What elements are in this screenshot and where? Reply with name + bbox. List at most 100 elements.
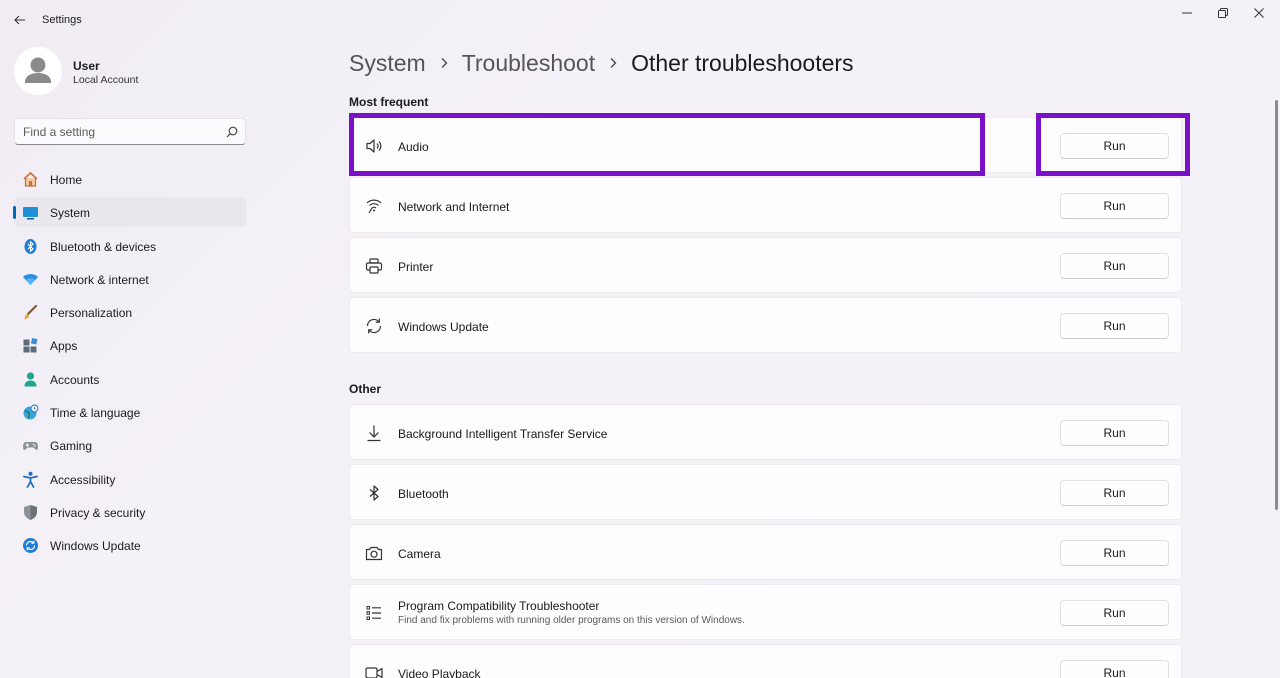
sidebar-item-label: System (50, 206, 91, 221)
row-title: Windows Update (398, 320, 489, 334)
run-bits-button[interactable]: Run (1060, 420, 1169, 446)
sidebar-item-label: Time & language (50, 406, 141, 421)
section-title-other: Other (349, 382, 382, 396)
troubleshooter-row-camera: Camera Run (349, 524, 1182, 580)
restore-button[interactable] (1208, 4, 1238, 22)
page-title: Other troubleshooters (631, 49, 854, 76)
chevron-right-icon (595, 53, 631, 73)
troubleshooter-row-printer: Printer Run (349, 237, 1182, 293)
speaker-icon (364, 136, 384, 156)
shield-icon (22, 504, 39, 521)
row-title: Printer (398, 260, 434, 274)
printer-icon (364, 256, 384, 276)
sidebar-item-label: Home (50, 173, 83, 187)
row-title: Background Intelligent Transfer Service (398, 427, 608, 441)
brush-icon (22, 304, 39, 321)
refresh-icon (364, 316, 384, 336)
row-description: Find and fix problems with running older… (398, 615, 745, 626)
run-program-compatibility-button[interactable]: Run (1060, 600, 1169, 626)
search-box[interactable] (14, 118, 246, 145)
sidebar-item-gaming[interactable]: Gaming (14, 430, 246, 460)
sidebar-item-label: Accounts (50, 372, 100, 387)
run-audio-button[interactable]: Run (1060, 133, 1169, 159)
sidebar-item-system[interactable]: System (13, 197, 246, 228)
sidebar-item-windows-update[interactable]: Windows Update (14, 530, 246, 560)
sidebar-item-label: Personalization (50, 306, 133, 321)
list-icon (364, 603, 384, 623)
sidebar-item-privacy-security[interactable]: Privacy & security (14, 497, 246, 527)
update-icon (22, 537, 39, 554)
account-type: Local Account (73, 74, 139, 86)
gamepad-icon (22, 437, 39, 454)
troubleshooter-row-program-compatibility: Program Compatibility Troubleshooter Fin… (349, 584, 1182, 640)
row-title: Camera (398, 547, 441, 561)
troubleshooter-row-video-playback: Video Playback Run (349, 644, 1182, 678)
sidebar-item-time-language[interactable]: Time & language (14, 397, 246, 427)
close-icon (1254, 8, 1264, 18)
row-title: Bluetooth (398, 487, 449, 501)
breadcrumb-system[interactable]: System (349, 50, 426, 77)
download-icon (364, 423, 384, 443)
sidebar-item-label: Accessibility (50, 472, 116, 487)
scrollbar[interactable] (1275, 100, 1278, 510)
sidebar-item-label: Apps (50, 339, 78, 354)
system-icon (22, 204, 39, 221)
sidebar-item-apps[interactable]: Apps (14, 330, 246, 360)
run-camera-button[interactable]: Run (1060, 540, 1169, 566)
sidebar-item-label: Bluetooth & devices (50, 239, 157, 254)
restore-icon (1218, 8, 1228, 18)
troubleshooter-row-bits: Background Intelligent Transfer Service … (349, 404, 1182, 460)
app-title: Settings (42, 14, 82, 26)
minimize-button[interactable] (1172, 4, 1202, 22)
user-name: User (73, 59, 100, 73)
sidebar-nav: Home System Bluetooth & devices Network … (13, 164, 246, 564)
run-video-playback-button[interactable]: Run (1060, 660, 1169, 678)
arrow-left-icon (14, 15, 25, 25)
title-bar: Settings (0, 0, 1280, 40)
breadcrumb: System Troubleshoot Other troubleshooter… (349, 48, 854, 78)
troubleshooter-row-network: Network and Internet Run (349, 177, 1182, 233)
selection-indicator (13, 206, 16, 220)
row-title: Network and Internet (398, 200, 510, 214)
sidebar-item-network-internet[interactable]: Network & internet (14, 264, 246, 294)
troubleshooter-row-audio: Audio Run (349, 117, 1182, 173)
run-windows-update-button[interactable]: Run (1060, 313, 1169, 339)
avatar (14, 47, 62, 95)
back-button[interactable] (10, 11, 30, 29)
sidebar-item-accounts[interactable]: Accounts (14, 364, 246, 394)
person-icon (22, 371, 39, 388)
search-icon[interactable] (226, 126, 238, 138)
sidebar-item-bluetooth-devices[interactable]: Bluetooth & devices (14, 231, 246, 261)
apps-icon (22, 337, 39, 354)
person-avatar-icon (25, 57, 51, 83)
sidebar-item-personalization[interactable]: Personalization (14, 297, 246, 327)
search-input[interactable] (23, 124, 219, 140)
sidebar-item-label: Gaming (50, 439, 93, 454)
bluetooth-icon (22, 238, 39, 255)
sidebar-item-label: Windows Update (50, 539, 141, 554)
row-title: Audio (398, 140, 429, 154)
row-title: Video Playback (398, 667, 481, 678)
minimize-icon (1182, 12, 1192, 14)
camera-icon (364, 543, 384, 563)
sidebar-item-label: Network & internet (50, 272, 149, 287)
row-title: Program Compatibility Troubleshooter (398, 599, 600, 613)
sidebar-item-home[interactable]: Home (14, 164, 246, 194)
sidebar-item-accessibility[interactable]: Accessibility (14, 464, 246, 494)
section-title-most-frequent: Most frequent (349, 95, 429, 109)
globe-clock-icon (22, 404, 39, 421)
accessibility-icon (22, 471, 39, 488)
run-printer-button[interactable]: Run (1060, 253, 1169, 279)
home-icon (22, 171, 39, 188)
run-network-button[interactable]: Run (1060, 193, 1169, 219)
breadcrumb-troubleshoot[interactable]: Troubleshoot (462, 50, 595, 77)
video-icon (364, 663, 384, 678)
network-icon (364, 196, 384, 216)
user-card[interactable]: User Local Account (14, 47, 254, 95)
run-bluetooth-button[interactable]: Run (1060, 480, 1169, 506)
sidebar-item-label: Privacy & security (50, 505, 146, 520)
wifi-icon (22, 271, 39, 288)
close-button[interactable] (1244, 4, 1274, 22)
troubleshooter-row-bluetooth: Bluetooth Run (349, 464, 1182, 520)
troubleshooter-row-windows-update: Windows Update Run (349, 297, 1182, 353)
